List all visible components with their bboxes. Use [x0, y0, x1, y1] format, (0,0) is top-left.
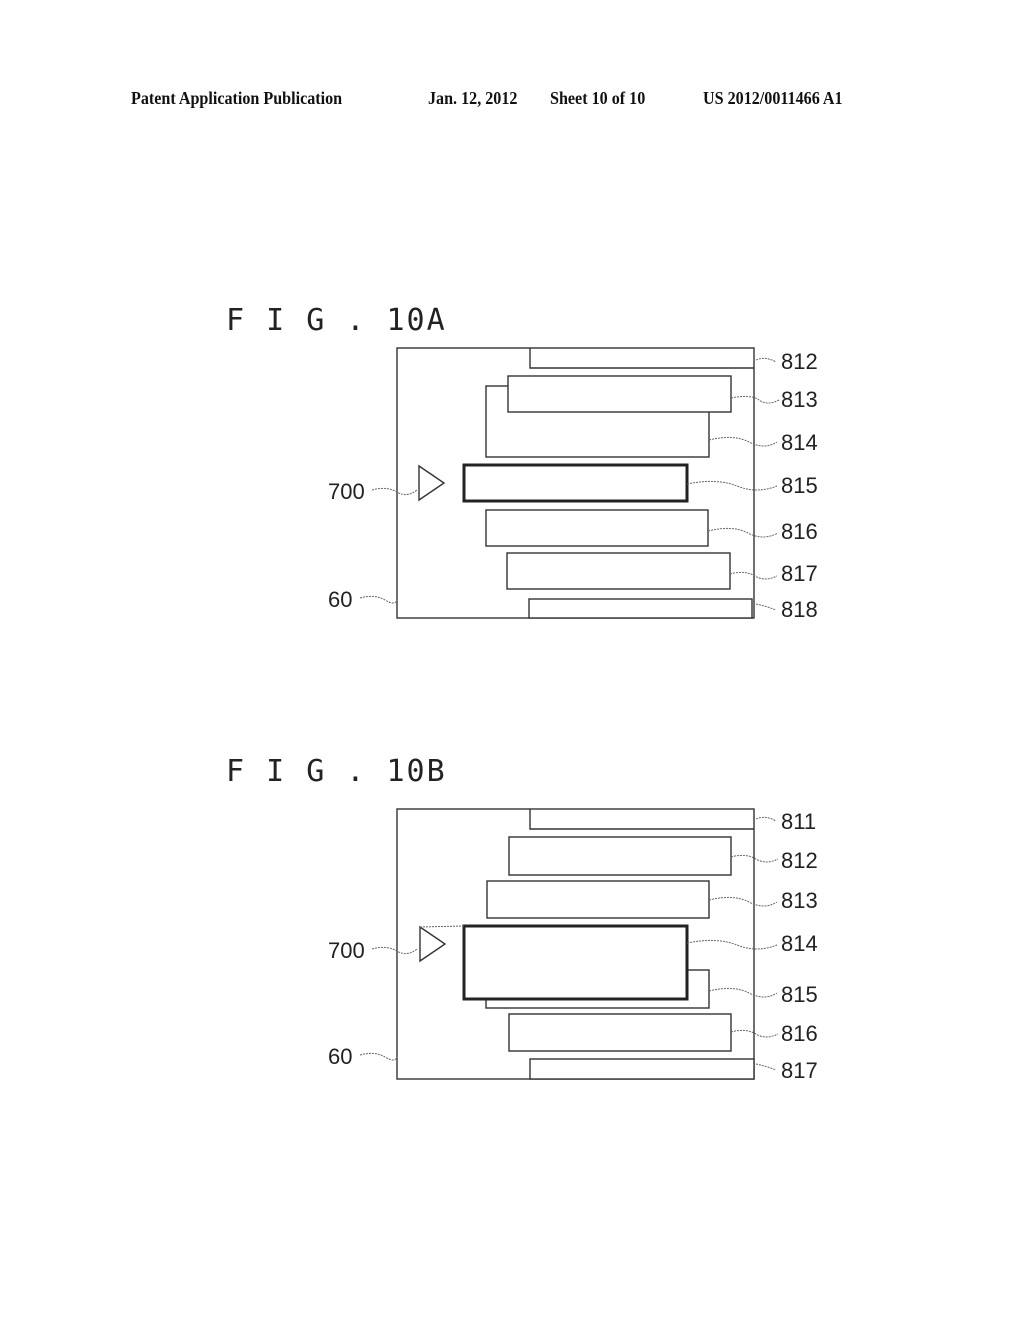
triangle-700-icon: [419, 925, 447, 963]
label-812: 812: [781, 349, 818, 374]
layer-811: [529, 809, 754, 830]
label-816: 816: [781, 519, 818, 544]
label-60: 60: [328, 587, 352, 612]
leader-811: [755, 816, 777, 822]
label-814: 814: [781, 931, 818, 956]
layer-812: [508, 836, 732, 876]
label-818: 818: [781, 597, 818, 622]
leader-60: [359, 595, 398, 604]
layer-818: [528, 598, 753, 619]
label-812: 812: [781, 848, 818, 873]
label-813: 813: [781, 888, 818, 913]
layer-812: [529, 348, 754, 369]
leader-814: [686, 939, 778, 950]
leader-817: [755, 1063, 777, 1071]
layer-817: [506, 552, 731, 590]
figure-title: F I G . 10A: [226, 303, 447, 338]
label-60: 60: [328, 1044, 352, 1069]
leader-812: [755, 357, 777, 363]
leader-815: [708, 987, 778, 998]
layer-817: [529, 1058, 755, 1080]
leader-813: [708, 896, 778, 907]
label-817: 817: [781, 561, 818, 586]
label-815: 815: [781, 473, 818, 498]
layer-813: [486, 880, 710, 919]
layer-814-highlighted: [462, 924, 689, 1001]
triangle-connector: [419, 925, 465, 928]
leader-815: [686, 480, 778, 491]
label-811: 811: [781, 809, 816, 834]
leader-60: [359, 1052, 398, 1061]
figures-canvas: F I G . 10A 812 813 814 815 816 817 818 …: [226, 303, 818, 1083]
leader-700: [371, 946, 418, 955]
label-700: 700: [328, 479, 365, 504]
label-817: 817: [781, 1058, 818, 1083]
leader-818: [755, 603, 777, 611]
leader-816: [707, 527, 779, 538]
triangle-700-icon: [418, 464, 446, 502]
leader-814: [708, 436, 778, 447]
label-814: 814: [781, 430, 818, 455]
label-815: 815: [781, 982, 818, 1007]
label-813: 813: [781, 387, 818, 412]
label-700: 700: [328, 938, 365, 963]
figure-title: F I G . 10B: [226, 754, 447, 789]
layer-816: [485, 509, 709, 547]
leader-813: [730, 395, 780, 404]
figure-10a: F I G . 10A 812 813 814 815 816 817 818 …: [226, 303, 818, 622]
leader-700: [371, 487, 418, 496]
figure-10b: F I G . 10B 811 812 813 814 815 816 817 …: [226, 754, 818, 1083]
label-816: 816: [781, 1021, 818, 1046]
layer-816: [508, 1013, 732, 1052]
layer-813: [507, 375, 732, 413]
layer-815-highlighted: [462, 463, 689, 503]
